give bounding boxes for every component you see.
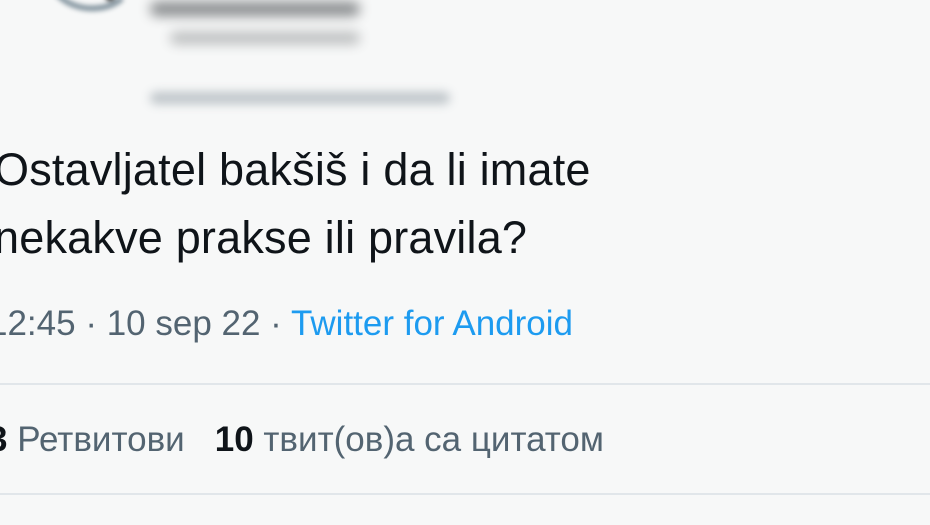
author-name-redacted[interactable] [150,2,360,16]
tweet-time[interactable]: 12:45 [0,304,76,343]
tweet-text: Ostavljatel bakšiš i da li imate nekakve… [0,144,591,263]
divider [0,493,930,495]
quotes-count: 10 [214,420,254,459]
avatar[interactable] [48,0,124,32]
meta-separator: · [260,304,291,343]
retweets-label: Ретвитови [7,420,185,459]
author-name-redacted-shadow [170,32,360,44]
retweets-stat[interactable]: 3 Ретвитови [0,420,185,459]
divider [0,383,930,385]
tweet-date[interactable]: 10 sep 22 [107,304,261,343]
quote-tweets-stat[interactable]: 10 твит(ов)а са цитатом [215,420,604,459]
engagement-stats: 3 Ретвитови 10 твит(ов)а са цитатом [0,420,604,460]
quotes-label: твит(ов)а са цитатом [253,420,604,459]
author-handle-redacted[interactable] [150,92,450,104]
tweet-meta: 12:45 · 10 sep 22 · Twitter for Android [0,304,573,344]
tweet-source-link[interactable]: Twitter for Android [291,304,573,343]
meta-separator: · [75,304,107,343]
